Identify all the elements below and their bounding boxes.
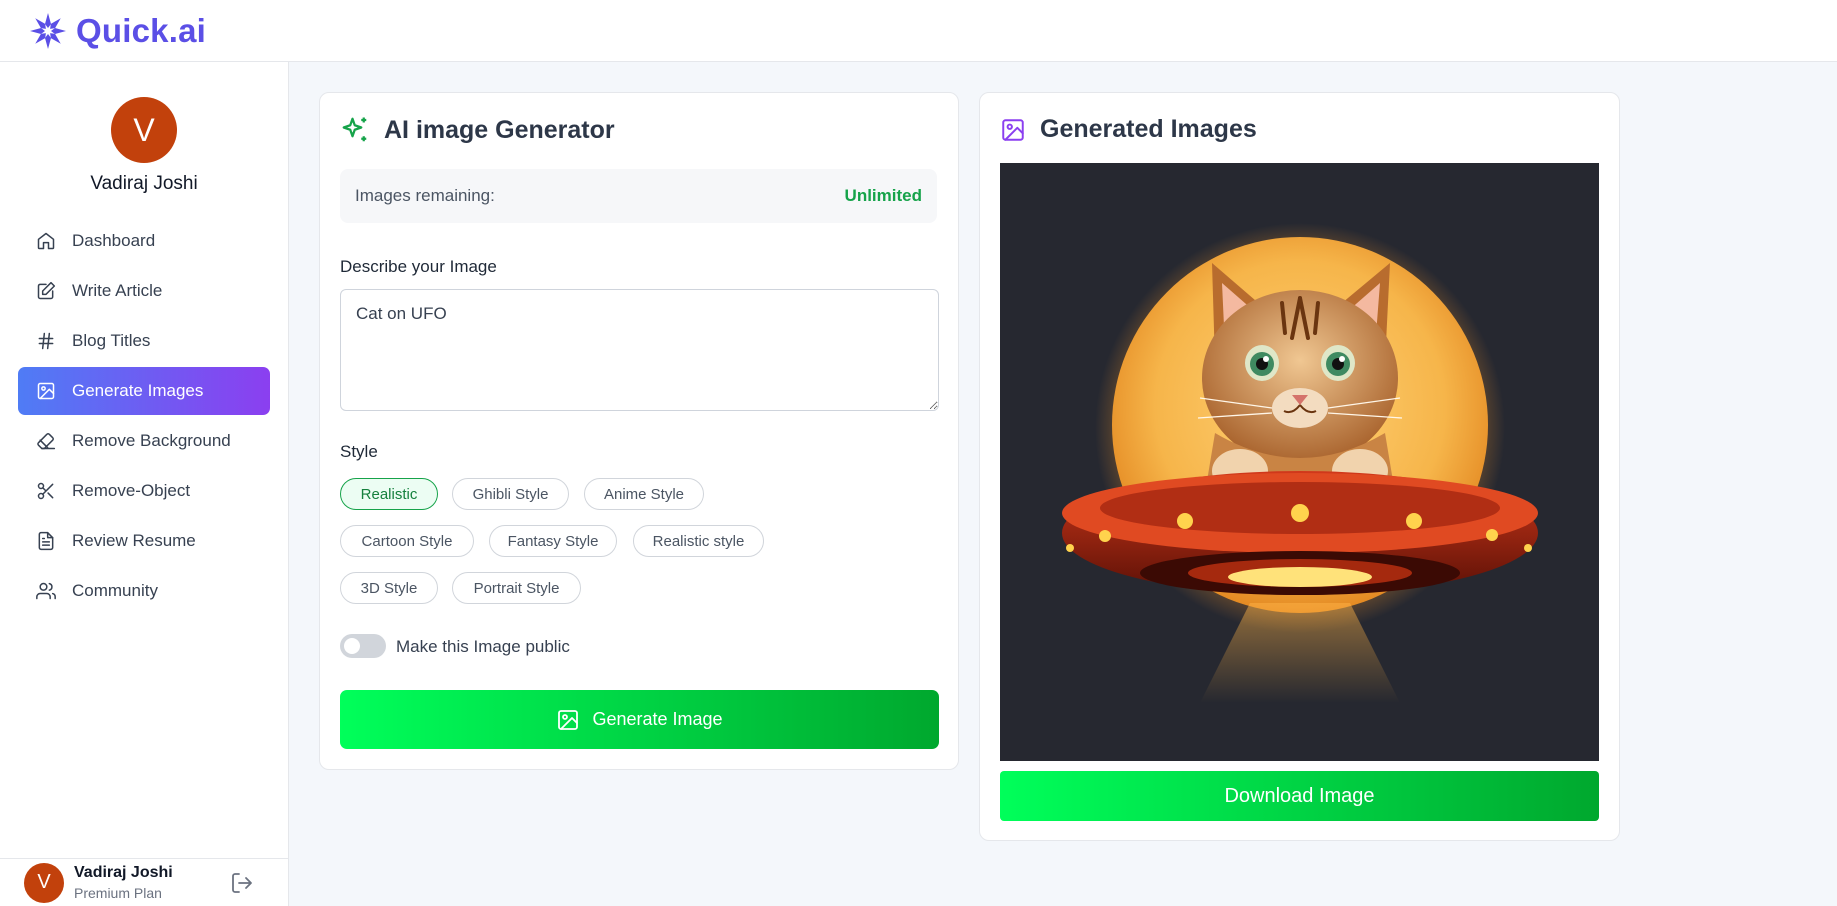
file-text-icon bbox=[38, 531, 54, 551]
image-icon bbox=[558, 709, 579, 730]
sidebar-item-review-resume[interactable]: Review Resume bbox=[18, 517, 270, 565]
hash-icon bbox=[38, 332, 54, 350]
sidebar-item-label: Dashboard bbox=[72, 231, 156, 250]
generated-image[interactable] bbox=[1000, 163, 1599, 761]
style-chip-cartoon[interactable]: Cartoon Style bbox=[340, 525, 474, 557]
sidebar-item-remove-background[interactable]: Remove Background bbox=[18, 417, 270, 465]
footer-user: Vadiraj Joshi Premium Plan bbox=[74, 864, 173, 901]
generator-card: AI image Generator Images remaining: Unl… bbox=[319, 92, 959, 770]
sidebar: V Vadiraj Joshi Dashboard Write Article … bbox=[0, 62, 289, 906]
profile-name: Vadiraj Joshi bbox=[90, 173, 198, 194]
logout-icon[interactable] bbox=[230, 871, 254, 895]
style-chip-ghibli[interactable]: Ghibli Style bbox=[452, 478, 569, 510]
generated-images-title-text: Generated Images bbox=[1040, 115, 1257, 143]
generator-title-text: AI image Generator bbox=[384, 115, 615, 144]
style-chip-anime[interactable]: Anime Style bbox=[584, 478, 704, 510]
image-icon bbox=[1002, 118, 1024, 141]
images-remaining: Images remaining: Unlimited bbox=[340, 169, 937, 223]
prompt-input[interactable] bbox=[340, 289, 939, 411]
sidebar-item-label: Community bbox=[72, 581, 158, 600]
download-image-button[interactable]: Download Image bbox=[1000, 771, 1599, 821]
eraser-icon bbox=[37, 433, 56, 450]
sidebar-item-remove-object[interactable]: Remove-Object bbox=[18, 467, 270, 515]
sidebar-item-label: Blog Titles bbox=[72, 331, 151, 350]
images-remaining-value: Unlimited bbox=[844, 186, 922, 205]
sidebar-item-label: Generate Images bbox=[72, 381, 204, 400]
sidebar-item-label: Write Article bbox=[72, 281, 163, 300]
style-chip-fantasy[interactable]: Fantasy Style bbox=[489, 525, 617, 557]
public-toggle-label: Make this Image public bbox=[396, 637, 570, 656]
profile: V Vadiraj Joshi bbox=[0, 62, 288, 195]
logo-text: Quick.ai bbox=[76, 11, 206, 49]
image-icon bbox=[37, 382, 55, 400]
sparkles-icon bbox=[342, 117, 367, 142]
public-toggle[interactable] bbox=[340, 634, 386, 658]
sidebar-item-label: Review Resume bbox=[72, 531, 196, 550]
sidebar-item-generate-images[interactable]: Generate Images bbox=[18, 367, 270, 415]
sidebar-item-dashboard[interactable]: Dashboard bbox=[18, 217, 270, 265]
generator-title: AI image Generator bbox=[340, 115, 615, 145]
edit-icon bbox=[37, 281, 56, 300]
cat-on-ufo-image bbox=[1062, 223, 1538, 703]
style-label: Style bbox=[340, 442, 378, 461]
scissors-icon bbox=[37, 482, 54, 500]
style-chip-portrait[interactable]: Portrait Style bbox=[452, 572, 581, 604]
generate-image-button[interactable]: Generate Image bbox=[340, 690, 939, 749]
sidebar-item-label: Remove Background bbox=[72, 431, 231, 450]
avatar[interactable]: V bbox=[111, 97, 177, 163]
footer-user-name: Vadiraj Joshi bbox=[74, 864, 173, 881]
logo[interactable]: Quick.ai bbox=[28, 11, 206, 51]
users-icon bbox=[36, 582, 56, 600]
generated-images-title: Generated Images bbox=[1000, 115, 1257, 144]
style-chip-realistic[interactable]: Realistic bbox=[340, 478, 438, 510]
footer-avatar[interactable]: V bbox=[24, 862, 64, 903]
top-bar: Quick.ai bbox=[0, 0, 1837, 62]
logo-snowflake-icon bbox=[30, 12, 66, 49]
sidebar-item-community[interactable]: Community bbox=[18, 567, 270, 615]
generate-image-label: Generate Image bbox=[592, 709, 723, 729]
home-icon bbox=[37, 232, 55, 250]
sidebar-item-label: Remove-Object bbox=[72, 481, 191, 500]
style-chip-3d[interactable]: 3D Style bbox=[340, 572, 438, 604]
sidebar-item-blog-titles[interactable]: Blog Titles bbox=[18, 317, 270, 365]
sidebar-footer: V Vadiraj Joshi Premium Plan bbox=[0, 858, 289, 906]
images-remaining-label: Images remaining: bbox=[355, 186, 495, 205]
toggle-knob bbox=[344, 638, 360, 654]
sidebar-item-write-article[interactable]: Write Article bbox=[18, 267, 270, 315]
generated-images-card: Generated Images Download Image bbox=[979, 92, 1620, 841]
sidebar-nav: Dashboard Write Article Blog Titles Gene… bbox=[0, 217, 288, 615]
footer-user-plan: Premium Plan bbox=[74, 885, 162, 901]
describe-label: Describe your Image bbox=[340, 257, 497, 276]
style-chip-realistic-style[interactable]: Realistic style bbox=[633, 525, 764, 557]
